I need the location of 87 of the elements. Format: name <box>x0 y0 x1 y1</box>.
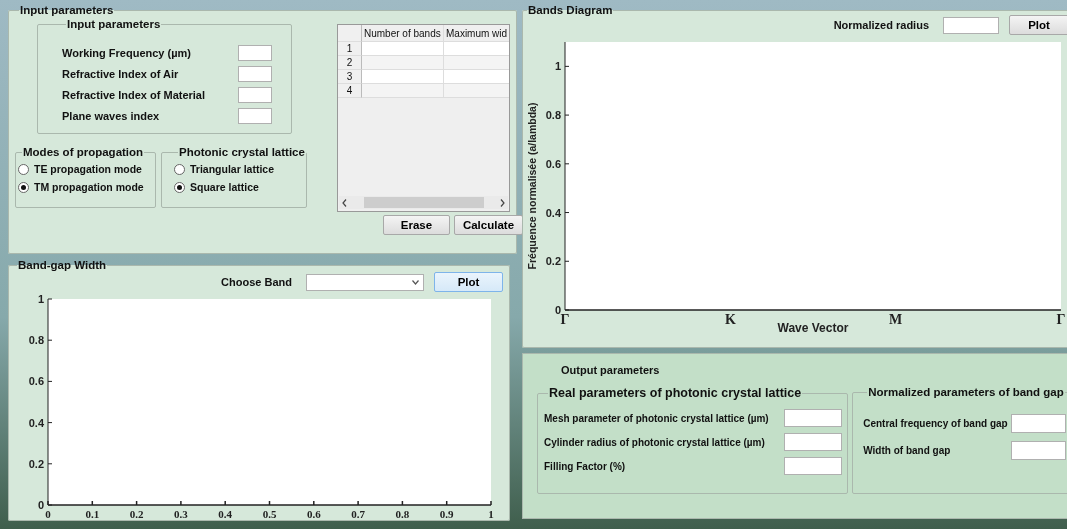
group-title: Normalized parameters of band gap <box>867 386 1065 398</box>
field-label: Filling Factor (%) <box>544 460 627 472</box>
tick-label: 0.2 <box>129 508 144 520</box>
axis-label: Fréquence normalisée (a/lambda) <box>526 102 538 270</box>
tick-label: 0.3 <box>174 508 188 520</box>
radio-button[interactable] <box>174 181 185 193</box>
output-field[interactable] <box>1011 441 1067 460</box>
tick-label: 0 <box>37 499 44 511</box>
option-label: Triangular lattice <box>190 163 275 175</box>
table-cell[interactable] <box>362 84 444 98</box>
field-label: Refractive Index of Material <box>62 88 207 101</box>
tick-label: Γ <box>560 312 570 327</box>
tick-label: 0 <box>45 508 51 520</box>
tick-label: 1 <box>37 293 44 305</box>
band-dropdown[interactable] <box>306 273 424 291</box>
erase-button[interactable]: Erase <box>383 215 450 235</box>
tick-label: 0.9 <box>439 508 454 520</box>
axis-label: Wave Vector <box>777 321 849 335</box>
row-number: 3 <box>338 70 362 84</box>
radius-field[interactable] <box>943 16 999 34</box>
table-cell[interactable] <box>444 42 509 56</box>
output-field[interactable] <box>784 457 842 475</box>
calculate-button[interactable]: Calculate <box>454 215 523 235</box>
radio-button[interactable] <box>174 163 185 175</box>
output-field[interactable] <box>784 433 842 451</box>
panel-title: Input parameters <box>19 4 115 16</box>
input-field[interactable] <box>238 65 272 82</box>
tick-label: 0.2 <box>28 457 44 470</box>
tick-label: 0.8 <box>395 508 410 520</box>
tick-label: 1 <box>554 60 561 73</box>
panel-title: Output parameters <box>561 364 661 376</box>
field-label: Mesh parameter of photonic crystal lattice (µm) <box>544 412 770 424</box>
radius-label: Normalized radius <box>833 19 929 31</box>
field-label: Central frequency of band gap <box>863 418 1009 429</box>
panel-title: Bands Diagram <box>527 4 614 16</box>
tick-label: 0.8 <box>545 109 561 122</box>
scrollbar-thumb[interactable] <box>363 197 484 208</box>
tick-label: 1 <box>488 508 494 520</box>
tick-label: M <box>889 312 903 327</box>
field-label: Width of band gap <box>863 445 952 456</box>
group-title: Modes of propagation <box>22 146 145 158</box>
panel-title: Band-gap Width <box>17 259 108 271</box>
table-cell[interactable] <box>444 70 509 84</box>
option-label: TM propagation mode <box>34 181 144 193</box>
choose-band-label: Choose Band <box>221 276 292 288</box>
group-title: Input parameters <box>66 18 162 30</box>
tick-label: 0 <box>554 304 561 316</box>
input-field[interactable] <box>238 44 272 61</box>
table-cell[interactable] <box>444 56 509 70</box>
tick-label: 0.8 <box>28 334 44 347</box>
output-field[interactable] <box>1011 414 1067 433</box>
table-cell[interactable] <box>362 70 444 84</box>
group-title: Real parameters of photonic crystal lattice <box>548 386 803 400</box>
caret-icon <box>412 279 419 285</box>
option-label: TE propagation mode <box>34 163 142 175</box>
row-number: 4 <box>338 84 362 98</box>
tick-label: 0.4 <box>28 416 44 429</box>
tick-label: 0.6 <box>545 157 561 170</box>
tick-label: K <box>724 312 736 327</box>
horizontal-scrollbar[interactable] <box>339 196 508 209</box>
row-number: 2 <box>338 56 362 70</box>
row-number: 1 <box>338 42 362 56</box>
table-cell[interactable] <box>362 42 444 56</box>
plot-button[interactable]: Plot <box>434 272 503 292</box>
field-label: Plane waves index <box>62 109 161 122</box>
group-title: Photonic crystal lattice <box>178 146 306 158</box>
tick-label: 0.7 <box>351 508 365 520</box>
input-field[interactable] <box>238 86 272 103</box>
field-label: Cylinder radius of photonic crystal lattice (µm) <box>544 436 766 448</box>
tick-label: 0.6 <box>306 508 321 520</box>
tick-label: 0.4 <box>545 206 561 219</box>
field-label: Refractive Index of Air <box>62 67 180 80</box>
tick-label: 0.5 <box>262 508 277 520</box>
tick-label: 0.6 <box>28 375 44 388</box>
radio-button[interactable] <box>18 163 29 175</box>
table-cell[interactable] <box>362 56 444 70</box>
option-label: Square lattice <box>190 181 259 193</box>
output-field[interactable] <box>784 409 842 427</box>
tick-label: 0.2 <box>545 255 561 268</box>
tick-label: 0.1 <box>85 508 100 520</box>
input-field[interactable] <box>238 107 272 124</box>
tick-label: Γ <box>1056 312 1066 327</box>
tick-label: 0.4 <box>218 508 233 520</box>
plot-button[interactable]: Plot <box>1009 15 1067 35</box>
field-label: Working Frequency (µm) <box>62 46 192 59</box>
radio-button[interactable] <box>18 181 29 193</box>
table-cell[interactable] <box>444 84 509 98</box>
